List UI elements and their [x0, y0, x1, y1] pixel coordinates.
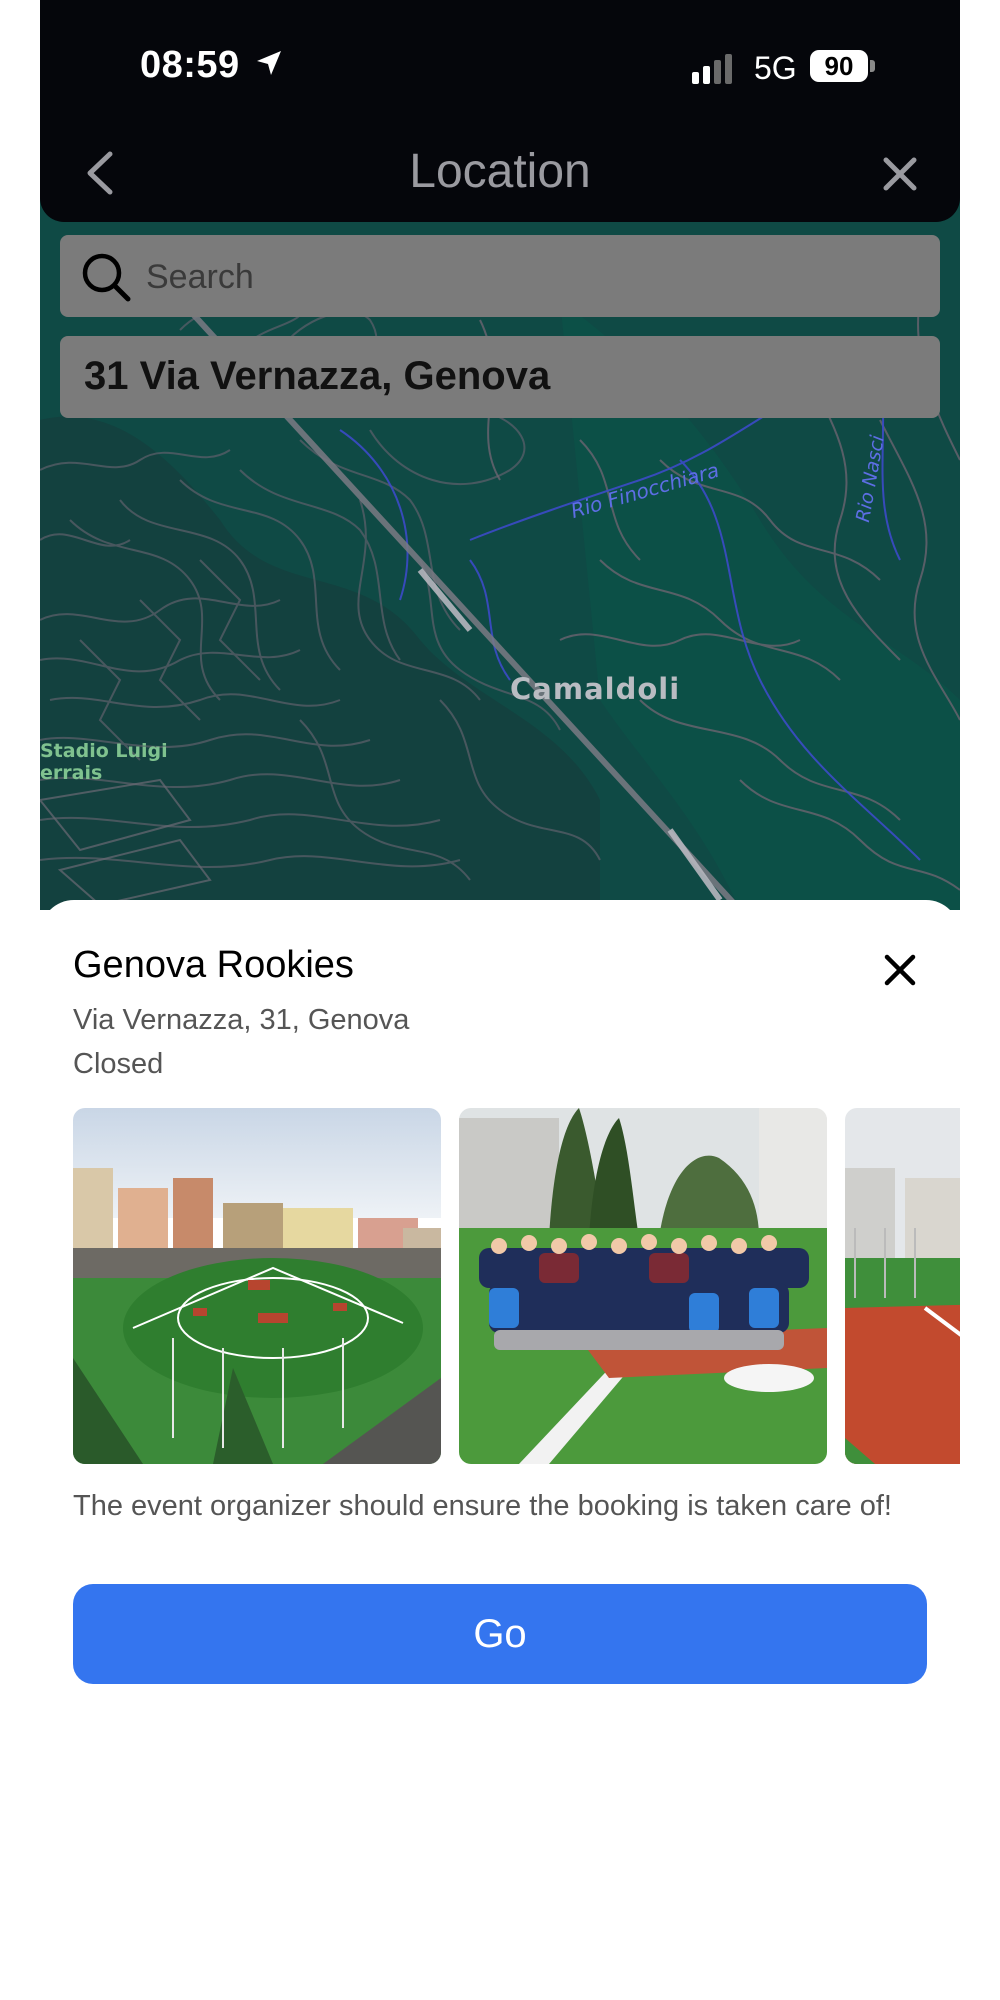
- phone-screen: Camaldoli Rio Finocchiara Rio Nasci Stad…: [40, 0, 960, 2000]
- go-button[interactable]: Go: [73, 1584, 927, 1684]
- network-type: 5G: [754, 50, 797, 86]
- map-label-stadium-2: errais: [40, 762, 103, 784]
- page-title: Location: [409, 145, 591, 198]
- sheet-close-button[interactable]: [882, 952, 918, 988]
- signal-icon: [692, 54, 732, 84]
- battery-tip: [870, 60, 875, 72]
- team-photo: [459, 1108, 827, 1464]
- venue-photo[interactable]: [845, 1108, 960, 1464]
- search-input[interactable]: [144, 235, 908, 319]
- close-icon[interactable]: [880, 154, 920, 194]
- search-field[interactable]: [60, 235, 940, 319]
- address-value: 31 Via Vernazza, Genova: [84, 354, 551, 398]
- venue-status: Closed: [73, 1048, 164, 1080]
- top-bar: 08:59 5G 90 Location: [40, 0, 960, 222]
- venue-photo[interactable]: [459, 1108, 827, 1464]
- status-time: 08:59: [140, 44, 240, 86]
- map-label-stadium: Stadio Luigi: [40, 740, 168, 762]
- photo-carousel[interactable]: [73, 1108, 960, 1464]
- address-field[interactable]: 31 Via Vernazza, Genova: [60, 336, 940, 418]
- map-label-area: Camaldoli: [510, 672, 681, 706]
- venue-sheet: Genova Rookies Via Vernazza, 31, Genova …: [40, 900, 960, 2000]
- venue-address: Via Vernazza, 31, Genova: [73, 1004, 410, 1036]
- field-photo: [845, 1108, 960, 1464]
- venue-photo[interactable]: [73, 1108, 441, 1464]
- field-aerial-photo: [73, 1108, 441, 1464]
- booking-note: The event organizer should ensure the bo…: [73, 1490, 892, 1522]
- location-arrow-icon: [257, 51, 281, 75]
- battery-icon: 90: [810, 50, 868, 82]
- search-icon: [82, 253, 131, 302]
- venue-name: Genova Rookies: [73, 944, 354, 986]
